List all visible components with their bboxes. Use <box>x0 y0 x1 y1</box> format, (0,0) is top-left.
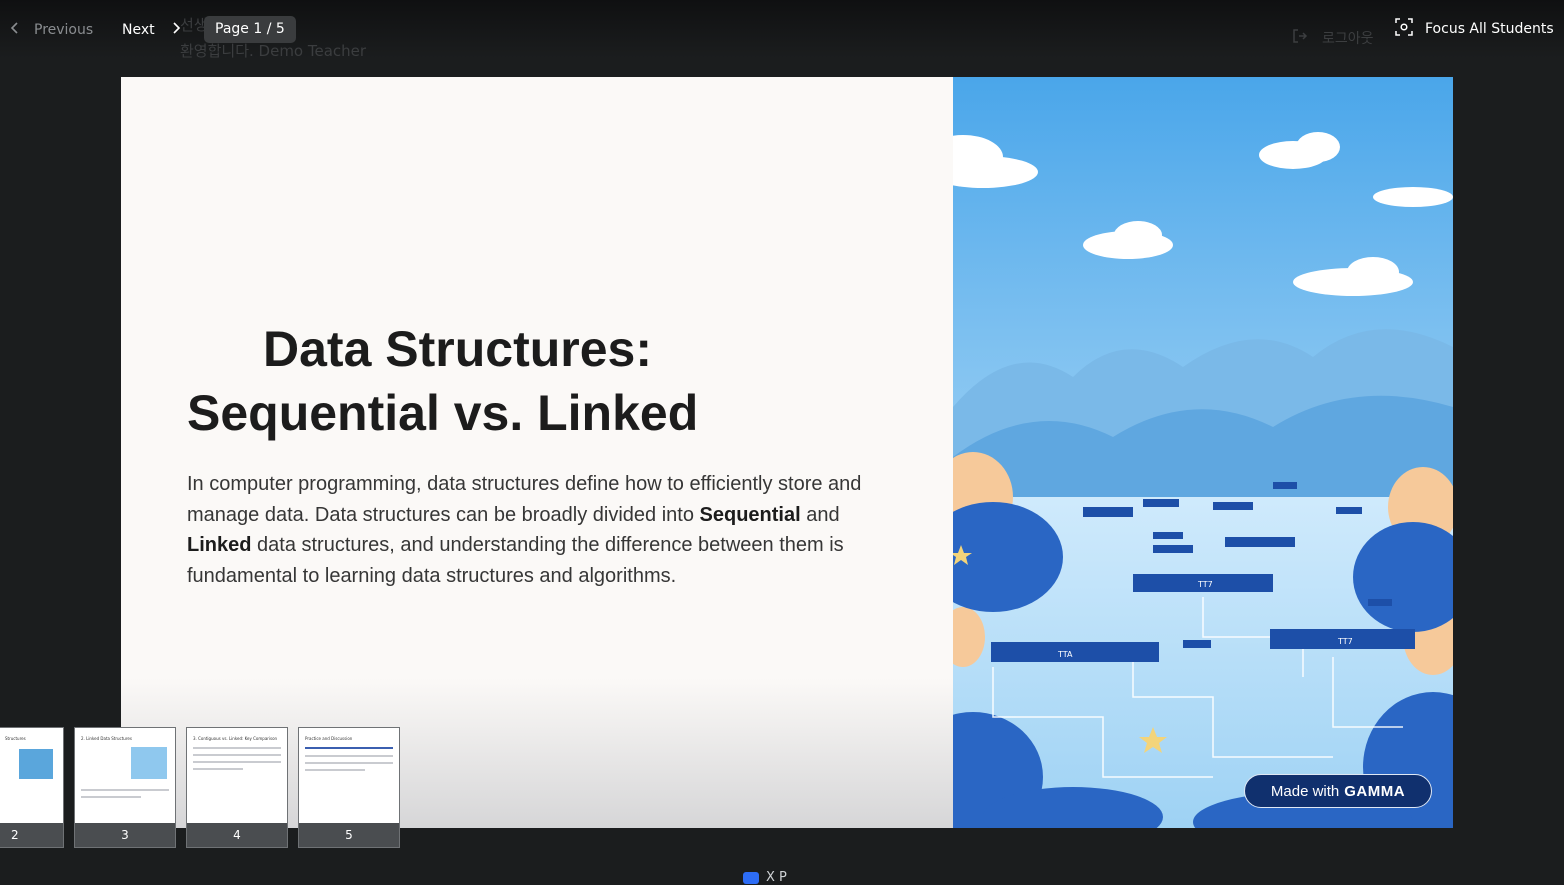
thumbnail-image <box>131 747 167 779</box>
slide-canvas: Data Structures: Sequential vs. Linked I… <box>121 77 1453 828</box>
body-bold-sequential: Sequential <box>699 503 801 526</box>
thumbnail-image <box>19 749 53 779</box>
thumbnail-slide-3[interactable]: 2. Linked Data Structures 3 <box>74 727 176 848</box>
body-part2: and <box>800 503 840 526</box>
slide-illustration: TTA TT7 TT7 <box>903 77 1453 828</box>
thumbnail-number: 3 <box>75 823 175 847</box>
slide-title-line2: Sequential vs. Linked <box>187 385 699 441</box>
logout-label: 로그아웃 <box>1322 31 1374 47</box>
made-with-gamma-badge[interactable]: Made with GAMMA <box>1244 774 1432 808</box>
thumbnail-number: 5 <box>299 823 399 847</box>
slide-text-panel: Data Structures: Sequential vs. Linked I… <box>121 77 953 828</box>
logout-button[interactable]: 로그아웃 <box>1292 28 1374 48</box>
bottom-label: X P <box>766 870 787 885</box>
thumbnail-title: Structures <box>5 736 26 741</box>
body-part3: data structures, and understanding the d… <box>187 534 844 587</box>
slide-body: In computer programming, data structures… <box>187 469 899 591</box>
thumbnail-number: 4 <box>187 823 287 847</box>
thumbnail-title: Practice and Discussion <box>305 736 353 741</box>
body-bold-linked: Linked <box>187 534 252 556</box>
focus-icon <box>1395 18 1413 40</box>
sky-landscape-illustration: TTA TT7 TT7 <box>903 77 1453 828</box>
thumbnail-preview: 3. Contiguous vs. Linked: Key Comparison <box>193 736 281 775</box>
thumbnail-preview: Structures <box>0 736 57 779</box>
chevron-left-icon <box>8 21 22 39</box>
previous-label: Previous <box>34 22 94 38</box>
illustration-label-1: TTA <box>1057 650 1073 659</box>
thumbnail-slide-4[interactable]: 3. Contiguous vs. Linked: Key Comparison… <box>186 727 288 848</box>
chevron-right-icon <box>169 21 183 39</box>
logout-icon <box>1292 28 1308 48</box>
focus-all-students-button[interactable]: Focus All Students <box>1395 18 1554 40</box>
slide-title: Data Structures: Sequential vs. Linked <box>187 317 907 445</box>
next-button[interactable]: Next <box>122 18 183 42</box>
thumbnail-preview: Practice and Discussion <box>305 736 393 776</box>
thumbnail-number: 2 <box>0 823 63 847</box>
background-welcome-text: 환영합니다. Demo Teacher <box>180 42 367 60</box>
slide-title-line1: Data Structures: <box>263 321 652 377</box>
thumbnail-title: 3. Contiguous vs. Linked: Key Comparison <box>193 736 278 741</box>
illustration-label-2: TT7 <box>1197 580 1213 589</box>
badge-brand: GAMMA <box>1344 782 1406 800</box>
thumbnail-preview: 2. Linked Data Structures <box>81 736 169 803</box>
next-label: Next <box>122 22 155 38</box>
illustration-label-3: TT7 <box>1337 637 1353 646</box>
previous-button[interactable]: Previous <box>8 18 93 42</box>
thumbnail-slide-2[interactable]: Structures 2 <box>0 727 64 848</box>
thumbnail-title: 2. Linked Data Structures <box>81 736 132 741</box>
page-indicator: Page 1 / 5 <box>204 16 296 43</box>
checkbox-icon[interactable] <box>743 872 759 884</box>
focus-label: Focus All Students <box>1425 21 1554 37</box>
badge-prefix: Made with <box>1270 782 1340 800</box>
thumbnail-slide-5[interactable]: Practice and Discussion 5 <box>298 727 400 848</box>
